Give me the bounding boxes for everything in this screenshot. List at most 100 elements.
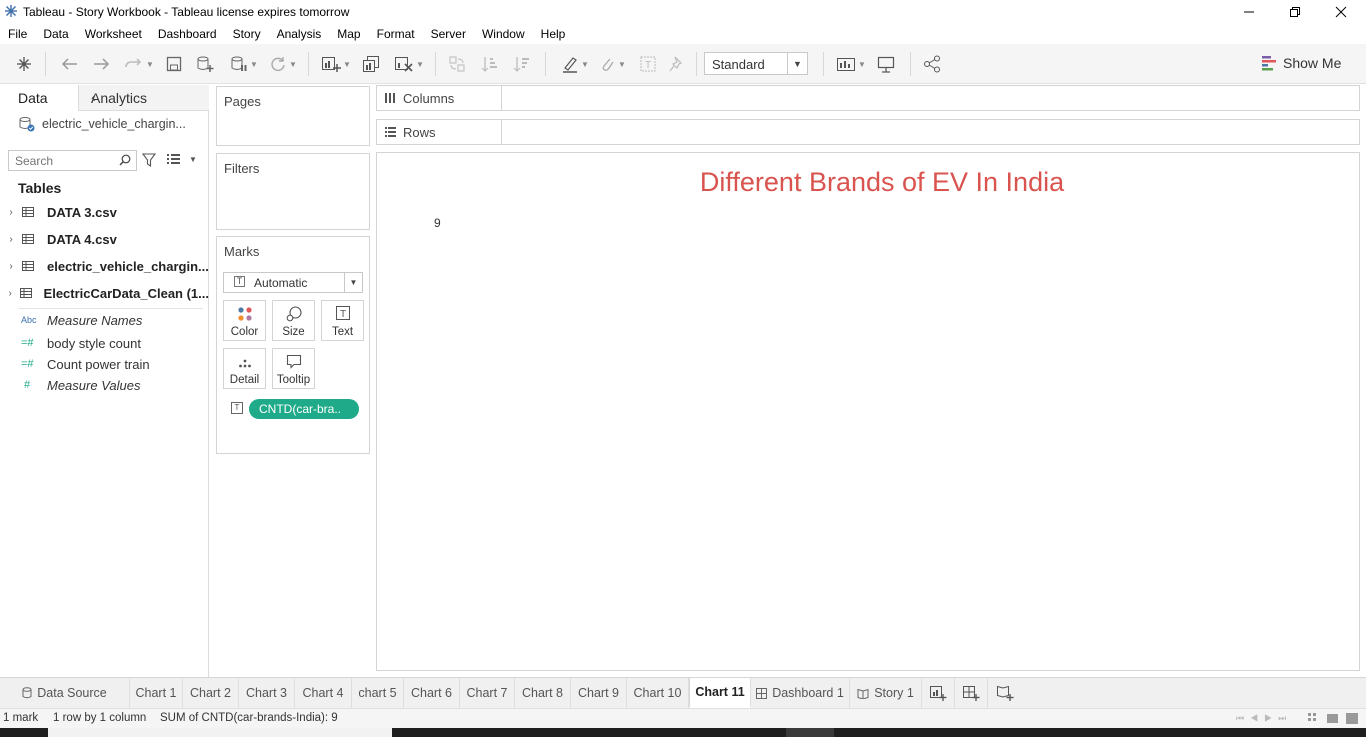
tab-sheet-active[interactable]: Chart 11 [689, 678, 751, 708]
columns-shelf[interactable]: Columns [376, 85, 1360, 111]
datasource-item[interactable]: electric_vehicle_chargin... [18, 116, 186, 132]
refresh-button[interactable]: ▼ [265, 54, 301, 74]
menu-analysis[interactable]: Analysis [277, 27, 322, 41]
save-icon [166, 56, 182, 72]
text-button[interactable]: T Text [321, 300, 364, 341]
view-data-options-button[interactable]: ▼ [166, 152, 197, 166]
menu-map[interactable]: Map [337, 27, 360, 41]
rows-label: Rows [403, 124, 436, 140]
tab-sheet[interactable]: Chart 4 [295, 678, 352, 708]
color-button[interactable]: Color [223, 300, 266, 341]
fix-axes-button[interactable] [666, 54, 688, 74]
field-item[interactable]: =# Count power train [0, 354, 209, 374]
redo-button[interactable] [90, 54, 112, 74]
tab-sheet[interactable]: Chart 8 [515, 678, 571, 708]
taskbar-active-app[interactable] [786, 728, 834, 737]
menu-format[interactable]: Format [377, 27, 415, 41]
sort-ascending-button[interactable] [479, 54, 501, 74]
new-worksheet-button[interactable]: ▼ [318, 54, 354, 74]
save-button[interactable] [163, 54, 185, 74]
undo-button[interactable] [59, 54, 81, 74]
tab-analytics[interactable]: Analytics ‹ [78, 85, 209, 111]
menu-help[interactable]: Help [541, 27, 566, 41]
menu-worksheet[interactable]: Worksheet [85, 27, 142, 41]
minimize-button[interactable] [1226, 0, 1272, 24]
size-button[interactable]: Size [272, 300, 315, 341]
tab-sheet[interactable]: chart 5 [352, 678, 404, 708]
field-pill[interactable]: CNTD(car-bra.. [249, 399, 359, 419]
menu-server[interactable]: Server [431, 27, 466, 41]
table-item[interactable]: › DATA 4.csv [0, 229, 209, 249]
new-dashboard-tab-button[interactable] [955, 678, 988, 708]
menu-story[interactable]: Story [233, 27, 261, 41]
search-field[interactable] [8, 150, 137, 171]
share-button[interactable] [921, 54, 943, 74]
presentation-mode-button[interactable]: ▼ [833, 54, 869, 74]
mark-text-value[interactable]: 9 [434, 216, 441, 230]
table-item[interactable]: › electric_vehicle_chargin... [0, 256, 209, 276]
expand-arrow-icon[interactable]: › [0, 207, 22, 218]
tableau-home-button[interactable] [13, 54, 35, 74]
pause-updates-button[interactable]: ▼ [226, 54, 262, 74]
tab-data-source[interactable]: Data Source [0, 678, 130, 708]
search-icon [119, 154, 131, 166]
tooltip-button[interactable]: Tooltip [272, 348, 315, 389]
tab-dashboard[interactable]: Dashboard 1 [751, 678, 850, 708]
field-item[interactable]: =# body style count [0, 333, 209, 353]
field-item[interactable]: # Measure Values [0, 375, 209, 395]
tab-sheet[interactable]: Chart 9 [571, 678, 627, 708]
menu-data[interactable]: Data [43, 27, 68, 41]
new-story-tab-button[interactable] [988, 678, 1021, 708]
tab-sheet[interactable]: Chart 6 [404, 678, 460, 708]
mark-type-select[interactable]: T Automatic ▼ [223, 272, 363, 293]
collapse-pane-icon[interactable]: ‹ [91, 89, 202, 105]
field-item[interactable]: Abc Measure Names [0, 310, 209, 330]
expand-arrow-icon[interactable]: › [0, 261, 22, 272]
tab-sheet[interactable]: Chart 2 [183, 678, 239, 708]
tab-sheet[interactable]: Chart 10 [627, 678, 689, 708]
expand-arrow-icon[interactable]: › [0, 234, 22, 245]
view-fit-value: Standard [712, 57, 765, 72]
highlight-button[interactable]: ▼ [557, 54, 593, 74]
show-filmstrip-icon[interactable] [1308, 712, 1358, 725]
tab-sheet[interactable]: Chart 7 [460, 678, 515, 708]
pages-card[interactable]: Pages [216, 86, 370, 146]
filter-fields-icon[interactable] [142, 153, 156, 167]
sort-descending-button[interactable] [511, 54, 533, 74]
tab-story[interactable]: Story 1 [850, 678, 922, 708]
group-members-button[interactable]: ▼ [594, 54, 630, 74]
clear-sheet-button[interactable]: ▼ [391, 54, 427, 74]
svg-text:T: T [645, 60, 651, 71]
worksheet-view[interactable]: Different Brands of EV In India 9 [376, 152, 1360, 671]
table-item[interactable]: › DATA 3.csv [0, 202, 209, 222]
table-item[interactable]: › ElectricCarData_Clean (1... [0, 283, 209, 303]
taskbar-search-box[interactable] [48, 728, 392, 737]
marks-card: Marks T Automatic ▼ Color Size T Text De… [216, 236, 370, 454]
mark-labels-icon: T [640, 56, 656, 72]
restore-button[interactable] [1272, 0, 1318, 24]
new-worksheet-tab-button[interactable] [922, 678, 955, 708]
text-mark-icon: T [231, 402, 243, 414]
expand-arrow-icon[interactable]: › [0, 288, 20, 299]
replay-button[interactable]: ▼ [121, 54, 157, 74]
show-mark-labels-button[interactable]: T [637, 54, 659, 74]
duplicate-sheet-button[interactable] [360, 54, 382, 74]
tab-sheet[interactable]: Chart 1 [130, 678, 183, 708]
close-button[interactable] [1318, 0, 1364, 24]
tab-sheet[interactable]: Chart 3 [239, 678, 295, 708]
menu-file[interactable]: File [8, 27, 27, 41]
show-me-button[interactable]: Show Me [1261, 53, 1361, 73]
tab-data[interactable]: Data [0, 85, 78, 111]
rows-shelf[interactable]: Rows [376, 119, 1360, 145]
filters-card[interactable]: Filters [216, 153, 370, 230]
menu-dashboard[interactable]: Dashboard [158, 27, 217, 41]
view-fit-select[interactable]: Standard ▼ [704, 52, 808, 75]
swap-rows-columns-button[interactable] [446, 54, 468, 74]
sheet-navigation-arrows-icon[interactable]: ⏮◀▶⏭ [1236, 713, 1292, 724]
story-icon [857, 688, 869, 699]
search-input[interactable] [9, 151, 117, 170]
presentation-button[interactable] [875, 54, 897, 74]
detail-button[interactable]: Detail [223, 348, 266, 389]
menu-window[interactable]: Window [482, 27, 525, 41]
new-datasource-button[interactable] [194, 54, 216, 74]
